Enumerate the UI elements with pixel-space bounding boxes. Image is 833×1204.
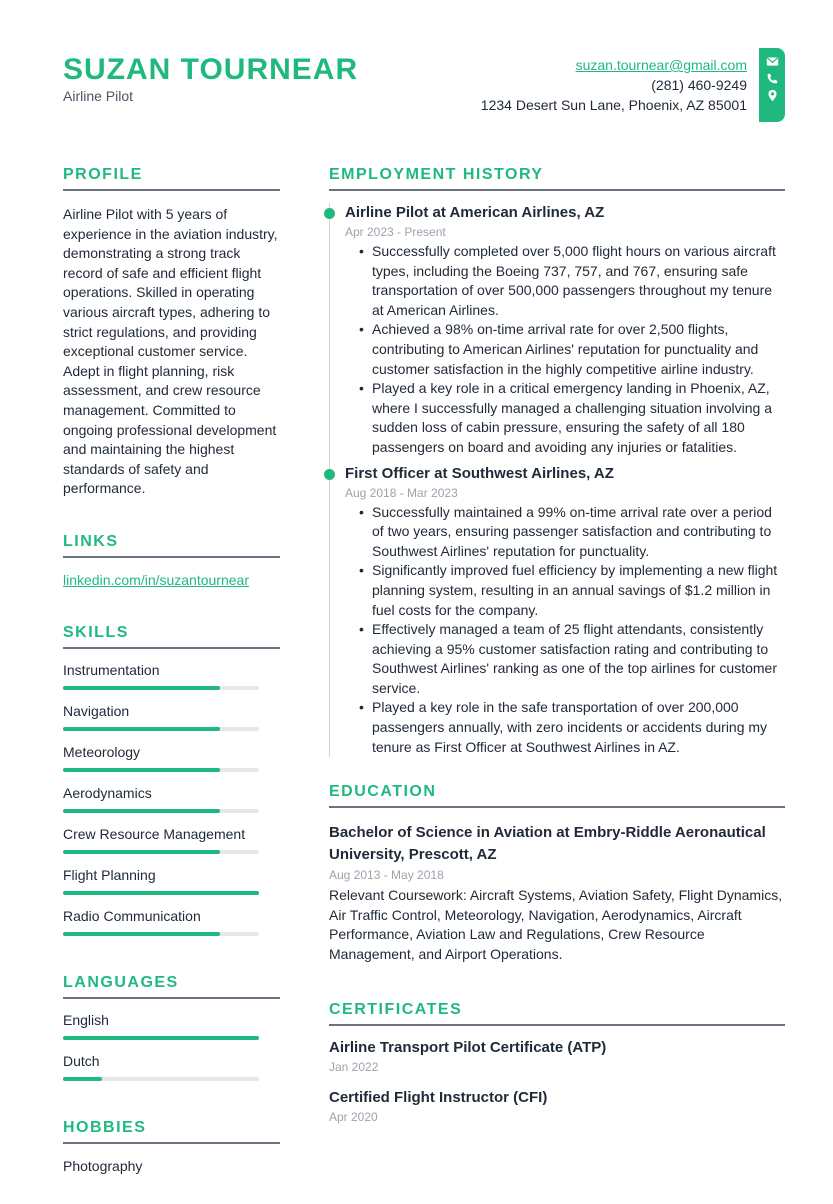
employment-section: EMPLOYMENT HISTORY Airline Pilot at Amer…	[324, 166, 785, 758]
job-title: Airline Pilot at American Airlines, AZ	[345, 204, 605, 221]
section-heading: EMPLOYMENT HISTORY	[329, 166, 785, 191]
section-heading: CERTIFICATES	[329, 1001, 785, 1026]
section-heading: LANGUAGES	[63, 974, 280, 999]
skill-label: Aerodynamics	[63, 784, 152, 801]
profile-text: Airline Pilot with 5 years of experience…	[63, 206, 278, 497]
right-column: EMPLOYMENT HISTORY Airline Pilot at Amer…	[324, 166, 785, 1126]
linkedin-link[interactable]: linkedin.com/in/suzantournear	[63, 572, 249, 588]
job-entry: First Officer at Southwest Airlines, AZ A…	[324, 464, 785, 758]
level-bar-track	[63, 726, 259, 731]
level-bar-fill	[63, 931, 220, 936]
section-heading: HOBBIES	[63, 1119, 280, 1144]
job-bullet: Achieved a 98% on-time arrival rate for …	[357, 320, 785, 379]
language-label: Dutch	[63, 1052, 100, 1069]
phone-icon	[767, 73, 777, 84]
level-bar-track	[63, 685, 259, 690]
level-bar-fill	[63, 849, 220, 854]
links-section: LINKS linkedin.com/in/suzantournear	[63, 533, 280, 590]
certificate-name: Airline Transport Pilot Certificate (ATP…	[329, 1038, 607, 1056]
certificates-section: CERTIFICATES Airline Transport Pilot Cer…	[329, 1001, 785, 1126]
level-bar-fill	[63, 726, 220, 731]
section-heading: LINKS	[63, 533, 280, 558]
hobby-item: Photography	[63, 1157, 143, 1174]
education-description: Relevant Coursework: Aircraft Systems, A…	[329, 887, 783, 963]
contact-icon-bar	[759, 48, 785, 122]
skill-item: Navigation	[63, 702, 280, 731]
level-bar-fill	[63, 767, 220, 772]
candidate-name: SUZAN TOURNEAR	[63, 53, 359, 86]
level-bar-track	[63, 767, 259, 772]
address: 1234 Desert Sun Lane, Phoenix, AZ 85001	[480, 97, 747, 113]
level-bar-track	[63, 931, 259, 936]
section-heading: SKILLS	[63, 624, 280, 649]
timeline-dot-icon	[324, 468, 335, 480]
job-date: Apr 2023 - Present	[345, 225, 446, 239]
level-bar-track	[63, 849, 259, 854]
skill-label: Crew Resource Management	[63, 825, 246, 842]
candidate-title: Airline Pilot	[63, 88, 134, 104]
job-bullet: Effectively managed a team of 25 flight …	[357, 620, 785, 698]
phone-number: (281) 460-9249	[651, 77, 747, 93]
skill-label: Instrumentation	[63, 661, 160, 678]
level-bar-fill	[63, 890, 259, 895]
job-date: Aug 2018 - Mar 2023	[345, 485, 458, 500]
job-bullet: Played a key role in a critical emergenc…	[357, 379, 785, 457]
skill-label: Radio Communication	[63, 907, 201, 924]
profile-section: PROFILE Airline Pilot with 5 years of ex…	[63, 166, 280, 499]
resume-page: SUZAN TOURNEAR Airline Pilot suzan.tourn…	[0, 0, 833, 1178]
contact-info: suzan.tournear@gmail.com (281) 460-9249 …	[481, 55, 747, 115]
job-bullet: Successfully maintained a 99% on-time ar…	[357, 503, 785, 562]
certificate-item: Certified Flight Instructor (CFI) Apr 202…	[329, 1088, 785, 1126]
skill-item: Meteorology	[63, 743, 280, 772]
level-bar-fill	[63, 808, 220, 813]
level-bar-track	[63, 1076, 259, 1081]
level-bar-fill	[63, 1035, 259, 1040]
education-section: EDUCATION Bachelor of Science in Aviatio…	[329, 783, 785, 964]
job-entry: Airline Pilot at American Airlines, AZ Ap…	[324, 203, 785, 458]
skill-item: Crew Resource Management	[63, 825, 280, 854]
skill-label: Navigation	[63, 702, 130, 719]
section-heading: EDUCATION	[329, 783, 785, 809]
timeline-dot-icon	[324, 208, 335, 219]
skill-item: Flight Planning	[63, 866, 280, 895]
skill-item: Instrumentation	[63, 661, 280, 690]
skill-item: Aerodynamics	[63, 784, 280, 813]
language-item: Dutch	[63, 1052, 280, 1081]
language-item: English	[63, 1011, 280, 1040]
hobbies-section: HOBBIES Photography	[63, 1119, 280, 1174]
level-bar-fill	[63, 1076, 103, 1081]
job-bullet: Successfully completed over 5,000 flight…	[357, 242, 785, 320]
envelope-icon	[766, 57, 778, 66]
skill-label: Flight Planning	[63, 866, 156, 883]
certificate-item: Airline Transport Pilot Certificate (ATP…	[329, 1038, 785, 1076]
level-bar-track	[63, 1035, 259, 1040]
section-heading: PROFILE	[63, 166, 280, 191]
level-bar-track	[63, 890, 259, 895]
level-bar-track	[63, 808, 259, 813]
languages-section: LANGUAGES English Dutch	[63, 974, 280, 1081]
job-bullet: Played a key role in the safe transporta…	[357, 698, 785, 757]
job-bullet: Significantly improved fuel efficiency b…	[357, 561, 785, 620]
skills-section: SKILLS Instrumentation Navigation Meteorol…	[63, 624, 280, 936]
skill-label: Meteorology	[63, 743, 141, 760]
skill-item: Radio Communication	[63, 907, 280, 936]
location-pin-icon	[767, 89, 777, 102]
left-column: PROFILE Airline Pilot with 5 years of ex…	[63, 166, 280, 1204]
certificate-date: Jan 2022	[329, 1059, 379, 1074]
email-link[interactable]: suzan.tournear@gmail.com	[576, 57, 747, 73]
level-bar-fill	[63, 685, 220, 690]
education-date: Aug 2013 - May 2018	[329, 868, 444, 883]
job-bullets: Successfully completed over 5,000 flight…	[345, 242, 785, 458]
certificate-name: Certified Flight Instructor (CFI)	[329, 1088, 548, 1106]
job-bullets: Successfully maintained a 99% on-time ar…	[345, 503, 785, 758]
language-label: English	[63, 1011, 109, 1028]
job-title: First Officer at Southwest Airlines, AZ	[345, 464, 614, 482]
education-title: Bachelor of Science in Aviation at Embry…	[329, 824, 766, 864]
certificate-date: Apr 2020	[329, 1109, 378, 1124]
employment-timeline: Airline Pilot at American Airlines, AZ Ap…	[324, 203, 785, 758]
